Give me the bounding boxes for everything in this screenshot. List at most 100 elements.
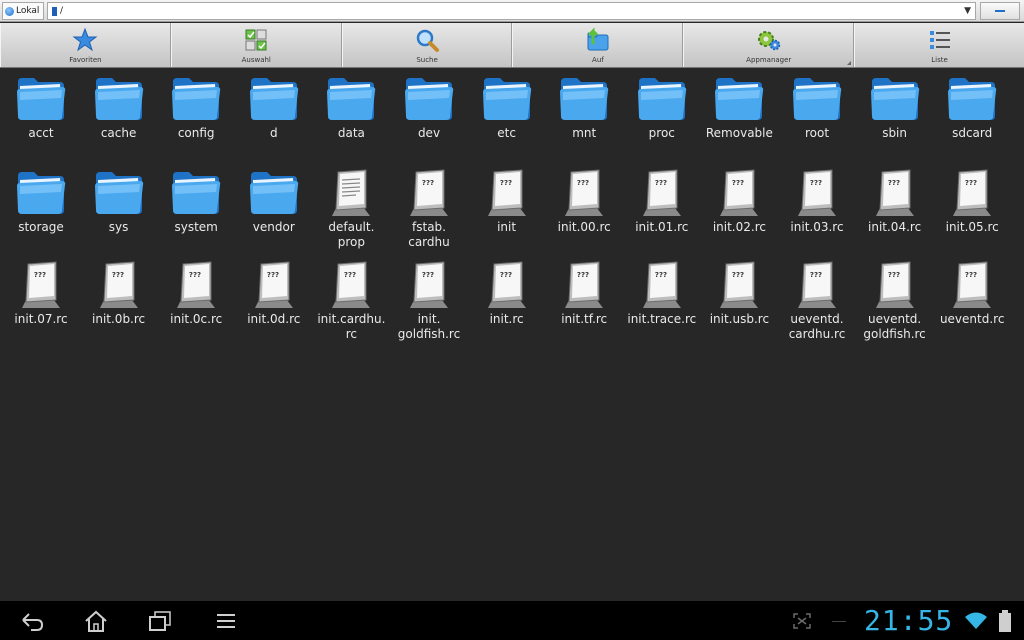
file-item[interactable]: ??? ueventd. goldfish.rc: [856, 258, 934, 342]
folder-item[interactable]: etc: [468, 72, 546, 141]
file-name: init.rc: [489, 312, 524, 326]
file-item[interactable]: ??? init.04.rc: [856, 166, 934, 235]
folder-item[interactable]: data: [312, 72, 390, 141]
file-item[interactable]: ??? ueventd. cardhu.rc: [778, 258, 856, 342]
folder-item[interactable]: cache: [80, 72, 158, 141]
unknown-file-icon: ???: [798, 261, 836, 308]
menu-button[interactable]: [212, 608, 240, 634]
up-button[interactable]: Auf: [512, 23, 684, 67]
favorites-button[interactable]: Favoriten: [0, 23, 171, 67]
file-item[interactable]: ??? ueventd.rc: [933, 258, 1011, 327]
file-name: init. goldfish.rc: [397, 312, 461, 341]
svg-text:???: ???: [655, 179, 667, 187]
search-button[interactable]: Suche: [341, 23, 513, 67]
select-button[interactable]: Auswahl: [170, 23, 342, 67]
file-name: Removable: [705, 126, 773, 140]
svg-text:???: ???: [810, 271, 822, 279]
file-name: sbin: [882, 126, 907, 140]
file-item[interactable]: ??? init.00.rc: [545, 166, 623, 235]
toolbar-label: Favoriten: [69, 56, 102, 64]
unknown-file-icon: ???: [565, 261, 604, 308]
recent-apps-button[interactable]: [146, 608, 174, 634]
file-name: storage: [18, 220, 64, 234]
file-item[interactable]: ??? init.trace.rc: [623, 258, 701, 327]
folder-item[interactable]: system: [157, 166, 235, 235]
location-icon: [5, 6, 14, 16]
file-item[interactable]: default. prop: [312, 166, 390, 250]
screenshot-icon: [792, 612, 812, 634]
unknown-file-icon: ???: [720, 169, 759, 216]
svg-text:???: ???: [422, 179, 434, 187]
svg-text:???: ???: [888, 271, 900, 279]
file-item[interactable]: ??? init.cardhu. rc: [312, 258, 390, 342]
unknown-file-icon: ???: [875, 261, 914, 308]
file-name: init.usb.rc: [709, 312, 770, 326]
star-icon: [72, 27, 98, 52]
folder-item[interactable]: proc: [623, 72, 701, 141]
file-name: dev: [417, 126, 441, 140]
file-name: init: [497, 220, 517, 234]
folder-item[interactable]: acct: [2, 72, 80, 141]
svg-text:???: ???: [732, 179, 744, 187]
file-item[interactable]: ??? init.0c.rc: [157, 258, 235, 327]
svg-text:???: ???: [810, 179, 822, 187]
folder-item[interactable]: config: [157, 72, 235, 141]
file-item[interactable]: ??? init.rc: [468, 258, 546, 327]
svg-text:???: ???: [732, 271, 744, 279]
unknown-file-icon: ???: [565, 169, 604, 216]
location-selector[interactable]: Lokal: [2, 2, 44, 20]
chevron-down-icon[interactable]: ▼: [964, 6, 971, 16]
svg-text:???: ???: [577, 179, 589, 187]
home-icon: [85, 610, 107, 632]
file-item[interactable]: ??? init. goldfish.rc: [390, 258, 468, 342]
back-button[interactable]: [18, 608, 46, 634]
folder-item[interactable]: dev: [390, 72, 468, 141]
unknown-file-icon: ???: [642, 261, 681, 308]
file-name: acct: [28, 126, 54, 140]
file-item[interactable]: ??? init.usb.rc: [700, 258, 778, 327]
file-item[interactable]: ??? init.0d.rc: [235, 258, 313, 327]
bookmark-icon: [52, 6, 57, 16]
list-view-button[interactable]: Liste: [854, 23, 1024, 67]
folder-item[interactable]: sbin: [856, 72, 934, 141]
folder-item[interactable]: d: [235, 72, 313, 141]
file-name: default. prop: [328, 220, 375, 249]
folder-item[interactable]: root: [778, 72, 856, 141]
file-item[interactable]: ??? init.0b.rc: [80, 258, 158, 327]
file-item[interactable]: ??? init: [468, 166, 546, 235]
file-item[interactable]: ??? init.tf.rc: [545, 258, 623, 327]
file-item[interactable]: ??? init.03.rc: [778, 166, 856, 235]
file-name: sdcard: [952, 126, 993, 140]
svg-text:???: ???: [655, 271, 667, 279]
file-item[interactable]: ??? init.02.rc: [700, 166, 778, 235]
svg-text:???: ???: [888, 179, 900, 187]
unknown-file-icon: ???: [410, 261, 448, 308]
clock[interactable]: 21:55: [864, 604, 953, 637]
file-item[interactable]: ??? init.07.rc: [2, 258, 80, 327]
folder-item[interactable]: storage: [2, 166, 80, 235]
file-name: init.05.rc: [945, 220, 999, 234]
file-name: ueventd. cardhu.rc: [788, 312, 846, 341]
folder-item[interactable]: sys: [80, 166, 158, 235]
file-name: proc: [648, 126, 675, 140]
svg-text:???: ???: [500, 271, 512, 279]
folder-item[interactable]: vendor: [235, 166, 313, 235]
folder-item[interactable]: sdcard: [933, 72, 1011, 141]
folder-icon: [249, 78, 298, 120]
menu-icon: [217, 614, 235, 628]
file-name: init.0d.rc: [247, 312, 301, 326]
file-item[interactable]: ??? fstab. cardhu: [390, 166, 468, 250]
address-bar: Lokal / ▼: [0, 0, 1024, 22]
file-item[interactable]: ??? init.01.rc: [623, 166, 701, 235]
folder-icon: [482, 78, 531, 120]
recent-apps-icon: [149, 611, 171, 631]
folder-item[interactable]: mnt: [545, 72, 623, 141]
minimize-button[interactable]: [980, 2, 1020, 20]
file-name: d: [269, 126, 278, 140]
folder-item[interactable]: Removable: [700, 72, 778, 141]
file-name: init.01.rc: [635, 220, 689, 234]
home-button[interactable]: [82, 608, 110, 634]
path-field[interactable]: / ▼: [47, 2, 976, 20]
file-item[interactable]: ??? init.05.rc: [933, 166, 1011, 235]
appmanager-button[interactable]: Appmanager: [683, 23, 855, 67]
